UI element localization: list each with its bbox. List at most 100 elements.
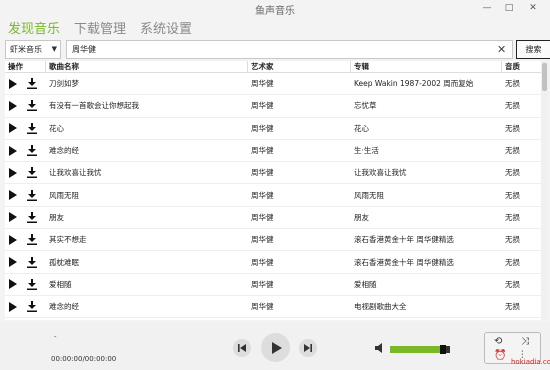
row-actions (5, 301, 46, 313)
song-results-table: 操作 歌曲名称 艺术家 专辑 音质 刀剑如梦 周华健 Keep Wakin 1987… (5, 61, 541, 320)
play-icon[interactable] (9, 212, 17, 223)
column-header-quality[interactable]: 音质 (502, 61, 541, 72)
tab-download-manager[interactable]: 下载管理 (74, 18, 126, 40)
table-header: 操作 歌曲名称 艺术家 专辑 音质 (5, 61, 541, 73)
download-icon[interactable] (27, 211, 37, 223)
song-name-cell: 风雨无阻 (49, 190, 79, 200)
quality-cell: 无损 (505, 190, 520, 200)
download-icon[interactable] (27, 122, 37, 134)
download-icon[interactable] (27, 256, 37, 268)
play-icon[interactable] (9, 257, 17, 268)
download-icon[interactable] (27, 278, 37, 290)
skip-next-icon (304, 344, 312, 352)
volume-slider-handle[interactable] (439, 345, 446, 354)
album-cell: 让我欢喜让我忧 (354, 168, 407, 178)
quality-cell: 无损 (505, 123, 520, 133)
song-name-cell: 孤枕难眠 (49, 257, 79, 267)
watermark: hokiadia.com (511, 358, 550, 366)
column-header-actions: 操作 (5, 61, 46, 72)
table-row[interactable]: 花心 周华健 花心 无损 (5, 118, 541, 140)
maximize-button[interactable]: □ (498, 0, 520, 16)
album-cell: 生·生活 (354, 146, 379, 156)
table-row[interactable]: 有没有一首歌会让你想起我 周华健 忘忧草 无损 (5, 95, 541, 118)
play-icon[interactable] (9, 279, 17, 290)
row-actions (5, 211, 46, 223)
play-icon (271, 341, 282, 354)
play-icon[interactable] (9, 301, 17, 312)
volume-slider[interactable] (390, 345, 450, 354)
quality-cell: 无损 (505, 302, 520, 312)
playback-time: 00:00:00/00:00:00 (51, 355, 117, 363)
row-actions (5, 145, 46, 157)
volume-icon[interactable] (374, 342, 386, 354)
table-row[interactable]: 刀剑如梦 周华健 Keep Wakin 1987-2002 周而复始 无损 (5, 73, 541, 96)
player-bar: - 00:00:00/00:00:00 ⟲ ⤨ ⏰ ⫶ (0, 322, 550, 370)
table-row[interactable]: 其实不想走 周华健 滚石香港黄金十年 周华健精选 无损 (5, 229, 541, 252)
download-icon[interactable] (27, 301, 37, 313)
clear-search-icon[interactable]: ✕ (497, 41, 506, 58)
row-actions (5, 78, 46, 90)
download-icon[interactable] (27, 234, 37, 246)
quality-cell: 无损 (505, 168, 520, 178)
next-button[interactable] (299, 339, 317, 357)
search-input[interactable]: 周华健 (66, 40, 513, 59)
source-select[interactable]: 虾米音乐 ▼ (5, 40, 61, 59)
song-name-cell: 其实不想走 (49, 235, 87, 245)
tab-discover-music[interactable]: 发现音乐 (8, 18, 60, 40)
table-row[interactable]: 难念的经 周华健 生·生活 无损 (5, 140, 541, 163)
column-header-name[interactable]: 歌曲名称 (46, 61, 248, 72)
table-row[interactable]: 让我欢喜让我忧 周华健 让我欢喜让我忧 无损 (5, 162, 541, 185)
tab-system-settings[interactable]: 系统设置 (140, 18, 192, 40)
quality-cell: 无损 (505, 212, 520, 222)
download-icon[interactable] (27, 189, 37, 201)
table-scrollbar[interactable] (541, 61, 548, 320)
play-icon[interactable] (9, 123, 17, 134)
artist-cell: 周华健 (251, 257, 274, 267)
quality-cell: 无损 (505, 279, 520, 289)
repeat-icon[interactable]: ⟲ (494, 336, 502, 347)
column-header-album[interactable]: 专辑 (351, 61, 502, 72)
table-row[interactable]: 风雨无阻 周华健 风雨无阻 无损 (5, 184, 541, 207)
shuffle-icon[interactable]: ⤨ (521, 336, 529, 347)
table-row[interactable]: 朋友 周华健 朋友 无损 (5, 207, 541, 230)
play-icon[interactable] (9, 167, 17, 178)
table-row[interactable]: 爱相随 周华健 爱相随 无损 (5, 274, 541, 296)
artist-cell: 周华健 (251, 168, 274, 178)
search-button[interactable]: 搜索 (516, 40, 550, 59)
column-header-artist[interactable]: 艺术家 (248, 61, 351, 72)
album-cell: 花心 (354, 123, 369, 133)
row-actions (5, 122, 46, 134)
download-icon[interactable] (27, 167, 37, 179)
song-name-cell: 难念的经 (49, 302, 79, 312)
play-icon[interactable] (9, 234, 17, 245)
artist-cell: 周华健 (251, 302, 274, 312)
download-icon[interactable] (27, 145, 37, 157)
search-bar: 虾米音乐 ▼ 周华健 ✕ 搜索 (5, 40, 550, 59)
row-actions (5, 256, 46, 268)
play-icon[interactable] (9, 78, 17, 89)
artist-cell: 周华健 (251, 212, 274, 222)
play-icon[interactable] (9, 100, 17, 111)
artist-cell: 周华健 (251, 101, 274, 111)
close-button[interactable]: ✕ (522, 0, 544, 16)
skip-previous-icon (238, 344, 246, 352)
download-icon[interactable] (27, 78, 37, 90)
minimize-button[interactable]: — (476, 0, 498, 16)
table-row[interactable]: 难念的经 周华健 电视剧歌曲大全 无损 (5, 296, 541, 319)
play-icon[interactable] (9, 190, 17, 201)
scrollbar-thumb[interactable] (542, 63, 547, 91)
album-cell: 滚石香港黄金十年 周华健精选 (354, 235, 454, 245)
album-cell: 滚石香港黄金十年 周华健精选 (354, 257, 454, 267)
table-row[interactable]: 孤枕难眠 周华健 滚石香港黄金十年 周华健精选 无损 (5, 251, 541, 274)
song-name-cell: 爱相随 (49, 279, 72, 289)
artist-cell: 周华健 (251, 79, 274, 89)
row-actions (5, 278, 46, 290)
play-button[interactable] (261, 333, 290, 362)
row-actions (5, 234, 46, 246)
alarm-clock-icon[interactable]: ⏰ (494, 350, 506, 361)
download-icon[interactable] (27, 100, 37, 112)
quality-cell: 无损 (505, 79, 520, 89)
previous-button[interactable] (233, 339, 251, 357)
artist-cell: 周华健 (251, 235, 274, 245)
play-icon[interactable] (9, 145, 17, 156)
